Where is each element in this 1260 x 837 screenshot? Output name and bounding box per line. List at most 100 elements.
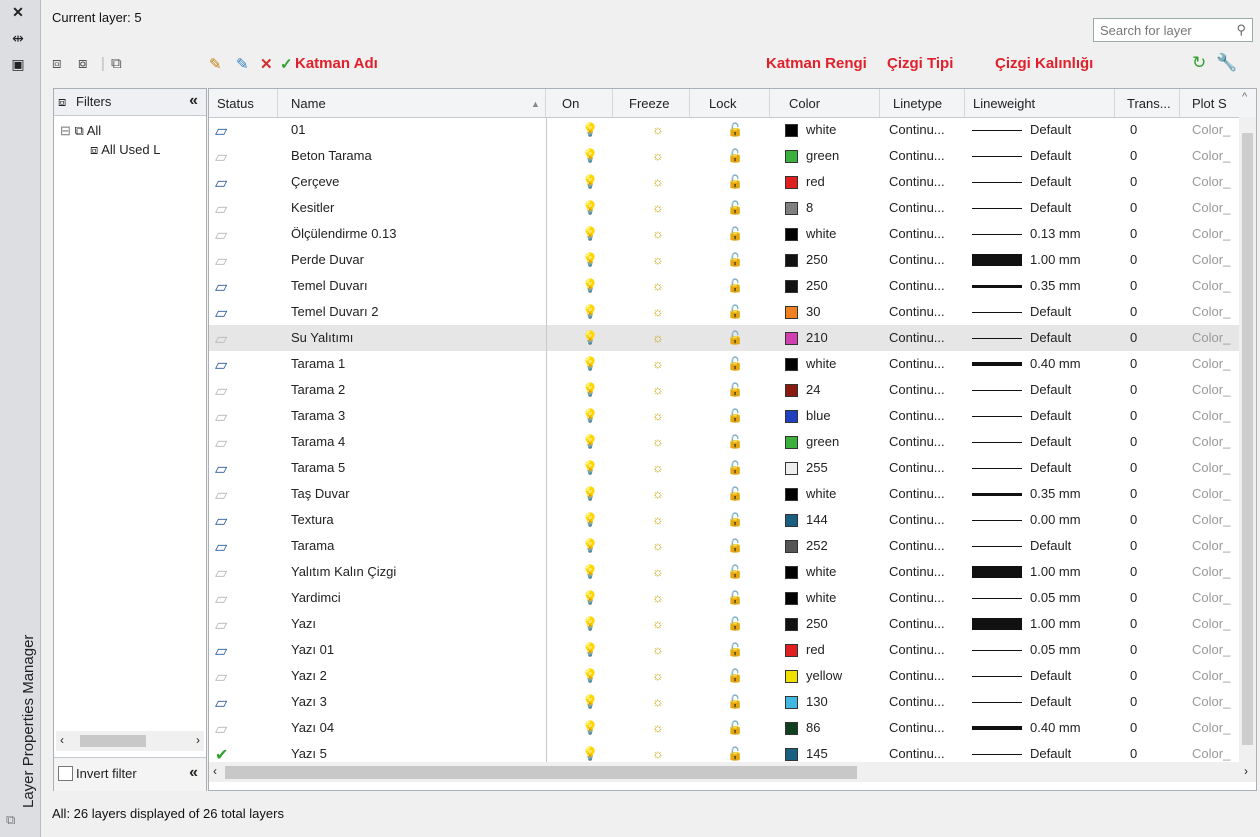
- layer-linetype[interactable]: Continu...: [889, 122, 945, 137]
- layer-lineweight[interactable]: 0.40 mm: [1030, 720, 1081, 735]
- layer-lineweight[interactable]: Default: [1030, 668, 1071, 683]
- layer-linetype[interactable]: Continu...: [889, 226, 945, 241]
- unlock-icon[interactable]: 🔓: [727, 616, 743, 632]
- layer-transparency[interactable]: 0: [1130, 668, 1137, 683]
- layer-status-icon[interactable]: ▱: [215, 121, 227, 141]
- color-swatch[interactable]: [785, 644, 798, 657]
- layer-plot-style[interactable]: Color_: [1192, 720, 1230, 735]
- sun-icon[interactable]: ☼: [652, 512, 664, 527]
- layer-lineweight[interactable]: Default: [1030, 304, 1071, 319]
- layer-name[interactable]: Textura: [291, 512, 334, 527]
- color-swatch[interactable]: [785, 488, 798, 501]
- layer-row[interactable]: ▱ Kesitler 💡 ☼ 🔓 8 Continu... Default 0 Color_: [209, 195, 1239, 221]
- col-name[interactable]: Name: [291, 96, 326, 111]
- layer-status-icon[interactable]: ▱: [215, 433, 227, 453]
- layer-color-name[interactable]: 250: [806, 252, 828, 267]
- layer-transparency[interactable]: 0: [1130, 382, 1137, 397]
- layer-linetype[interactable]: Continu...: [889, 694, 945, 709]
- layer-name[interactable]: Tarama: [291, 538, 334, 553]
- layer-linetype[interactable]: Continu...: [889, 278, 945, 293]
- layer-name[interactable]: 01: [291, 122, 305, 137]
- layer-plot-style[interactable]: Color_: [1192, 382, 1230, 397]
- color-swatch[interactable]: [785, 722, 798, 735]
- sun-icon[interactable]: ☼: [652, 356, 664, 371]
- layer-row[interactable]: ▱ Tarama 5 💡 ☼ 🔓 255 Continu... Default 0 Color_: [209, 455, 1239, 481]
- layer-linetype[interactable]: Continu...: [889, 720, 945, 735]
- new-property-filter-icon[interactable]: ⧈: [52, 55, 62, 72]
- layer-lineweight[interactable]: Default: [1030, 746, 1071, 761]
- bulb-icon[interactable]: 💡: [582, 148, 598, 164]
- bulb-icon[interactable]: 💡: [582, 512, 598, 528]
- layer-status-icon[interactable]: ▱: [215, 277, 227, 297]
- bulb-icon[interactable]: 💡: [582, 590, 598, 606]
- collapse-filters-icon[interactable]: «: [189, 92, 198, 110]
- unlock-icon[interactable]: 🔓: [727, 252, 743, 268]
- unlock-icon[interactable]: 🔓: [727, 226, 743, 242]
- unlock-icon[interactable]: 🔓: [727, 356, 743, 372]
- layer-plot-style[interactable]: Color_: [1192, 200, 1230, 215]
- invert-filter-checkbox[interactable]: [58, 766, 73, 781]
- layer-plot-style[interactable]: Color_: [1192, 278, 1230, 293]
- layer-lineweight[interactable]: Default: [1030, 174, 1071, 189]
- new-layer-icon[interactable]: ✎: [209, 55, 222, 73]
- layer-plot-style[interactable]: Color_: [1192, 122, 1230, 137]
- color-swatch[interactable]: [785, 670, 798, 683]
- layer-plot-style[interactable]: Color_: [1192, 590, 1230, 605]
- layer-transparency[interactable]: 0: [1130, 746, 1137, 761]
- layer-row[interactable]: ▱ Çerçeve 💡 ☼ 🔓 red Continu... Default 0 Color_: [209, 169, 1239, 195]
- layer-plot-style[interactable]: Color_: [1192, 252, 1230, 267]
- layer-transparency[interactable]: 0: [1130, 330, 1137, 345]
- col-lineweight[interactable]: Lineweight: [973, 96, 1035, 111]
- sun-icon[interactable]: ☼: [652, 642, 664, 657]
- layer-status-icon[interactable]: ▱: [215, 199, 227, 219]
- layer-row[interactable]: ▱ Tarama 4 💡 ☼ 🔓 green Continu... Default 0 Color…: [209, 429, 1239, 455]
- unlock-icon[interactable]: 🔓: [727, 746, 743, 762]
- layer-lineweight[interactable]: 1.00 mm: [1030, 564, 1081, 579]
- layer-status-icon[interactable]: ▱: [215, 511, 227, 531]
- layer-color-name[interactable]: green: [806, 148, 839, 163]
- layer-lineweight[interactable]: Default: [1030, 200, 1071, 215]
- layer-transparency[interactable]: 0: [1130, 278, 1137, 293]
- color-swatch[interactable]: [785, 176, 798, 189]
- layer-name[interactable]: Su Yalıtımı: [291, 330, 353, 345]
- unlock-icon[interactable]: 🔓: [727, 512, 743, 528]
- layer-transparency[interactable]: 0: [1130, 226, 1137, 241]
- grid-hscroll[interactable]: ‹ ›: [209, 762, 1256, 782]
- layer-plot-style[interactable]: Color_: [1192, 538, 1230, 553]
- layer-row[interactable]: ▱ Yazı 3 💡 ☼ 🔓 130 Continu... Default 0 Color_: [209, 689, 1239, 715]
- bulb-icon[interactable]: 💡: [582, 356, 598, 372]
- sun-icon[interactable]: ☼: [652, 434, 664, 449]
- color-swatch[interactable]: [785, 254, 798, 267]
- color-swatch[interactable]: [785, 514, 798, 527]
- layer-lineweight[interactable]: Default: [1030, 694, 1071, 709]
- layer-linetype[interactable]: Continu...: [889, 304, 945, 319]
- layer-plot-style[interactable]: Color_: [1192, 434, 1230, 449]
- layer-status-icon[interactable]: ▱: [215, 147, 227, 167]
- layer-plot-style[interactable]: Color_: [1192, 668, 1230, 683]
- sun-icon[interactable]: ☼: [652, 330, 664, 345]
- properties-menu-icon[interactable]: ▣: [8, 56, 28, 73]
- bulb-icon[interactable]: 💡: [582, 408, 598, 424]
- color-swatch[interactable]: [785, 566, 798, 579]
- layer-name[interactable]: Temel Duvarı 2: [291, 304, 378, 319]
- layer-row[interactable]: ▱ Tarama 3 💡 ☼ 🔓 blue Continu... Default 0 Color_: [209, 403, 1239, 429]
- layer-color-name[interactable]: 86: [806, 720, 820, 735]
- layer-lineweight[interactable]: Default: [1030, 382, 1071, 397]
- layer-color-name[interactable]: 8: [806, 200, 813, 215]
- filters-hscroll[interactable]: ‹ ›: [56, 731, 204, 751]
- layer-status-icon[interactable]: ▱: [215, 641, 227, 661]
- layer-name[interactable]: Perde Duvar: [291, 252, 364, 267]
- scroll-up-icon[interactable]: ^: [1242, 91, 1247, 103]
- unlock-icon[interactable]: 🔓: [727, 408, 743, 424]
- color-swatch[interactable]: [785, 306, 798, 319]
- unlock-icon[interactable]: 🔓: [727, 434, 743, 450]
- layer-linetype[interactable]: Continu...: [889, 538, 945, 553]
- color-swatch[interactable]: [785, 202, 798, 215]
- layer-lineweight[interactable]: 1.00 mm: [1030, 252, 1081, 267]
- layer-color-name[interactable]: 252: [806, 538, 828, 553]
- sun-icon[interactable]: ☼: [652, 694, 664, 709]
- layer-name[interactable]: Taş Duvar: [291, 486, 350, 501]
- layer-linetype[interactable]: Continu...: [889, 668, 945, 683]
- bulb-icon[interactable]: 💡: [582, 174, 598, 190]
- layer-transparency[interactable]: 0: [1130, 538, 1137, 553]
